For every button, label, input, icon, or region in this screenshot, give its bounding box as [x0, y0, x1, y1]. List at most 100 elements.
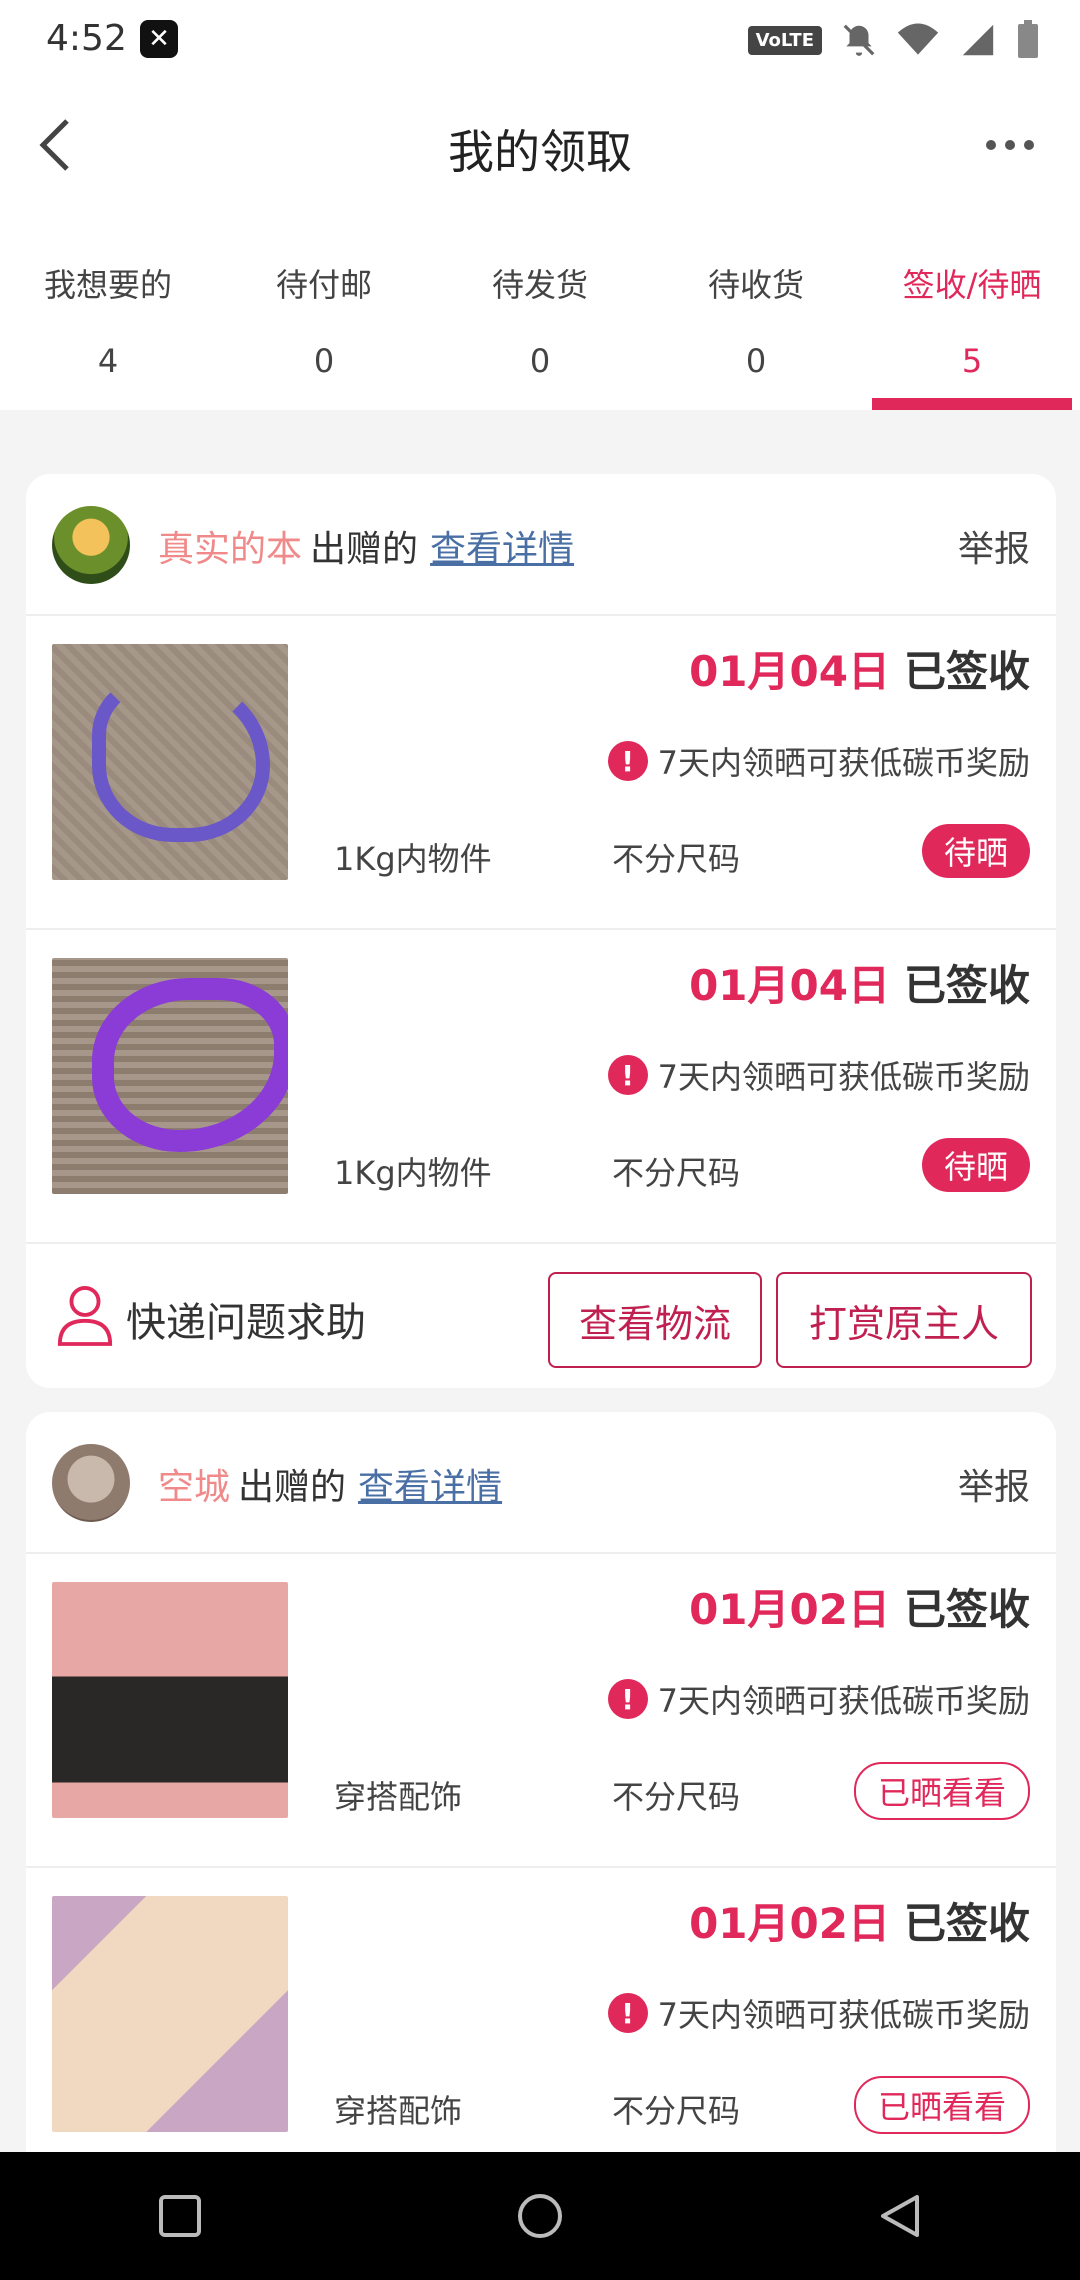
status-bar: 4:52 ✕ VoLTE [0, 0, 1080, 80]
item-category: 1Kg内物件 [334, 1154, 492, 1192]
reward-text: 7天内领晒可获低碳币奖励 [657, 1682, 1030, 1720]
view-logistics-button[interactable]: 查看物流 [548, 1272, 762, 1368]
app-header: 我的领取 [0, 80, 1080, 210]
item-image[interactable] [52, 958, 288, 1194]
recents-button[interactable] [140, 2176, 220, 2256]
card-header: 空城 出赠的 查看详情 举报 [26, 1412, 1056, 1554]
list-item[interactable]: 01月04日 已签收 ! 7天内领晒可获低碳币奖励 1Kg内物件 不分尺码 待晒 [26, 930, 1056, 1244]
status-tabs: 我想要的 4 待付邮 0 待发货 0 待收货 0 签收/待晒 5 [0, 210, 1080, 410]
tab-count: 4 [97, 342, 119, 380]
status-time: 4:52 [46, 18, 127, 59]
report-button[interactable]: 举报 [958, 1458, 1030, 1510]
date-status: 已签收 [903, 961, 1030, 1010]
avatar[interactable] [52, 506, 130, 584]
date-value: 01月04日 [689, 647, 890, 696]
signed-date: 01月02日 已签收 [689, 1890, 1030, 1951]
view-details-link[interactable]: 查看详情 [358, 1467, 502, 1508]
battery-icon [1018, 20, 1038, 58]
tab-pending-postage[interactable]: 待付邮 0 [216, 210, 432, 410]
date-value: 01月02日 [689, 1899, 890, 1948]
signed-date: 01月04日 已签收 [689, 638, 1030, 699]
tab-count: 0 [745, 342, 767, 380]
mute-bell-icon [843, 24, 875, 56]
item-size: 不分尺码 [612, 2092, 741, 2130]
date-value: 01月02日 [689, 1585, 890, 1634]
page-title: 我的领取 [448, 125, 632, 179]
reward-notice: ! 7天内领晒可获低碳币奖励 [607, 738, 1030, 784]
signal-icon [962, 24, 994, 56]
item-category: 1Kg内物件 [334, 840, 492, 878]
reward-text: 7天内领晒可获低碳币奖励 [657, 1058, 1030, 1096]
system-back-button[interactable] [860, 2176, 940, 2256]
item-category: 穿搭配饰 [334, 2092, 463, 2130]
report-button[interactable]: 举报 [958, 520, 1030, 572]
date-status: 已签收 [903, 647, 1030, 696]
person-icon[interactable] [56, 1284, 114, 1346]
capcut-app-icon: ✕ [140, 20, 178, 58]
giver-line: 空城 出赠的 查看详情 [158, 1458, 502, 1510]
tab-pending-receipt[interactable]: 待收货 0 [648, 210, 864, 410]
tab-signed-pending-show[interactable]: 签收/待晒 5 [864, 210, 1080, 410]
tab-label: 待发货 [491, 266, 588, 304]
tab-label: 待收货 [707, 266, 804, 304]
tab-wanted[interactable]: 我想要的 4 [0, 210, 216, 410]
avatar[interactable] [52, 1444, 130, 1522]
tab-pending-shipment[interactable]: 待发货 0 [432, 210, 648, 410]
tip-owner-button[interactable]: 打赏原主人 [776, 1272, 1032, 1368]
more-dots-icon [986, 140, 1034, 150]
view-show-button[interactable]: 已晒看看 [853, 2076, 1030, 2134]
signed-date: 01月02日 已签收 [689, 1576, 1030, 1637]
square-icon [159, 2195, 201, 2237]
gift-card: 空城 出赠的 查看详情 举报 01月02日 已签收 ! 7天内领晒可获低碳币奖励 穿搭配… [26, 1412, 1056, 2152]
wifi-icon [897, 23, 939, 55]
circle-icon [518, 2194, 562, 2238]
system-nav-bar [0, 2152, 1080, 2280]
giver-suffix: 出赠的 [310, 529, 419, 570]
giver-line: 真实的本 出赠的 查看详情 [158, 520, 574, 572]
item-image[interactable] [52, 1582, 288, 1818]
tab-label: 待付邮 [275, 266, 372, 304]
active-tab-indicator [872, 398, 1072, 410]
more-options-button[interactable] [970, 110, 1050, 180]
reward-text: 7天内领晒可获低碳币奖励 [657, 744, 1030, 782]
giver-name[interactable]: 空城 [158, 1467, 230, 1508]
card-header: 真实的本 出赠的 查看详情 举报 [26, 474, 1056, 616]
tab-label: 签收/待晒 [902, 266, 1042, 304]
tab-count: 5 [961, 342, 983, 380]
card-footer: 快递问题求助 查看物流 打赏原主人 [26, 1244, 1056, 1388]
pending-show-button[interactable]: 待晒 [921, 1138, 1030, 1192]
volte-icon: VoLTE [747, 25, 822, 55]
pending-show-button[interactable]: 待晒 [921, 824, 1030, 878]
view-details-link[interactable]: 查看详情 [430, 529, 574, 570]
list-item[interactable]: 01月04日 已签收 ! 7天内领晒可获低碳币奖励 1Kg内物件 不分尺码 待晒 [26, 616, 1056, 930]
status-icons: VoLTE [747, 20, 1040, 60]
tab-count: 0 [529, 342, 551, 380]
item-image[interactable] [52, 1896, 288, 2132]
gift-card: 真实的本 出赠的 查看详情 举报 01月04日 已签收 ! 7天内领晒可获低碳币奖励 1… [26, 474, 1056, 1388]
courier-help-link[interactable]: 快递问题求助 [126, 1290, 366, 1348]
item-image[interactable] [52, 644, 288, 880]
list-item[interactable]: 01月02日 已签收 ! 7天内领晒可获低碳币奖励 穿搭配饰 不分尺码 已晒看看 [26, 1554, 1056, 1868]
item-category: 穿搭配饰 [334, 1778, 463, 1816]
reward-notice: ! 7天内领晒可获低碳币奖励 [607, 1676, 1030, 1722]
date-status: 已签收 [903, 1899, 1030, 1948]
exclamation-icon: ! [607, 741, 648, 781]
item-size: 不分尺码 [612, 1154, 741, 1192]
item-size: 不分尺码 [612, 1778, 741, 1816]
exclamation-icon: ! [607, 1679, 648, 1719]
tab-label: 我想要的 [43, 266, 172, 304]
giver-name[interactable]: 真实的本 [158, 529, 302, 570]
reward-notice: ! 7天内领晒可获低碳币奖励 [607, 1990, 1030, 2036]
triangle-back-icon [881, 2195, 919, 2237]
exclamation-icon: ! [607, 1993, 648, 2033]
home-button[interactable] [500, 2176, 580, 2256]
reward-notice: ! 7天内领晒可获低碳币奖励 [607, 1052, 1030, 1098]
signed-date: 01月04日 已签收 [689, 952, 1030, 1013]
tab-count: 0 [313, 342, 335, 380]
date-value: 01月04日 [689, 961, 890, 1010]
list-item[interactable]: 01月02日 已签收 ! 7天内领晒可获低碳币奖励 穿搭配饰 不分尺码 已晒看看 [26, 1868, 1056, 2152]
reward-text: 7天内领晒可获低碳币奖励 [657, 1996, 1030, 2034]
item-size: 不分尺码 [612, 840, 741, 878]
view-show-button[interactable]: 已晒看看 [853, 1762, 1030, 1820]
date-status: 已签收 [903, 1585, 1030, 1634]
